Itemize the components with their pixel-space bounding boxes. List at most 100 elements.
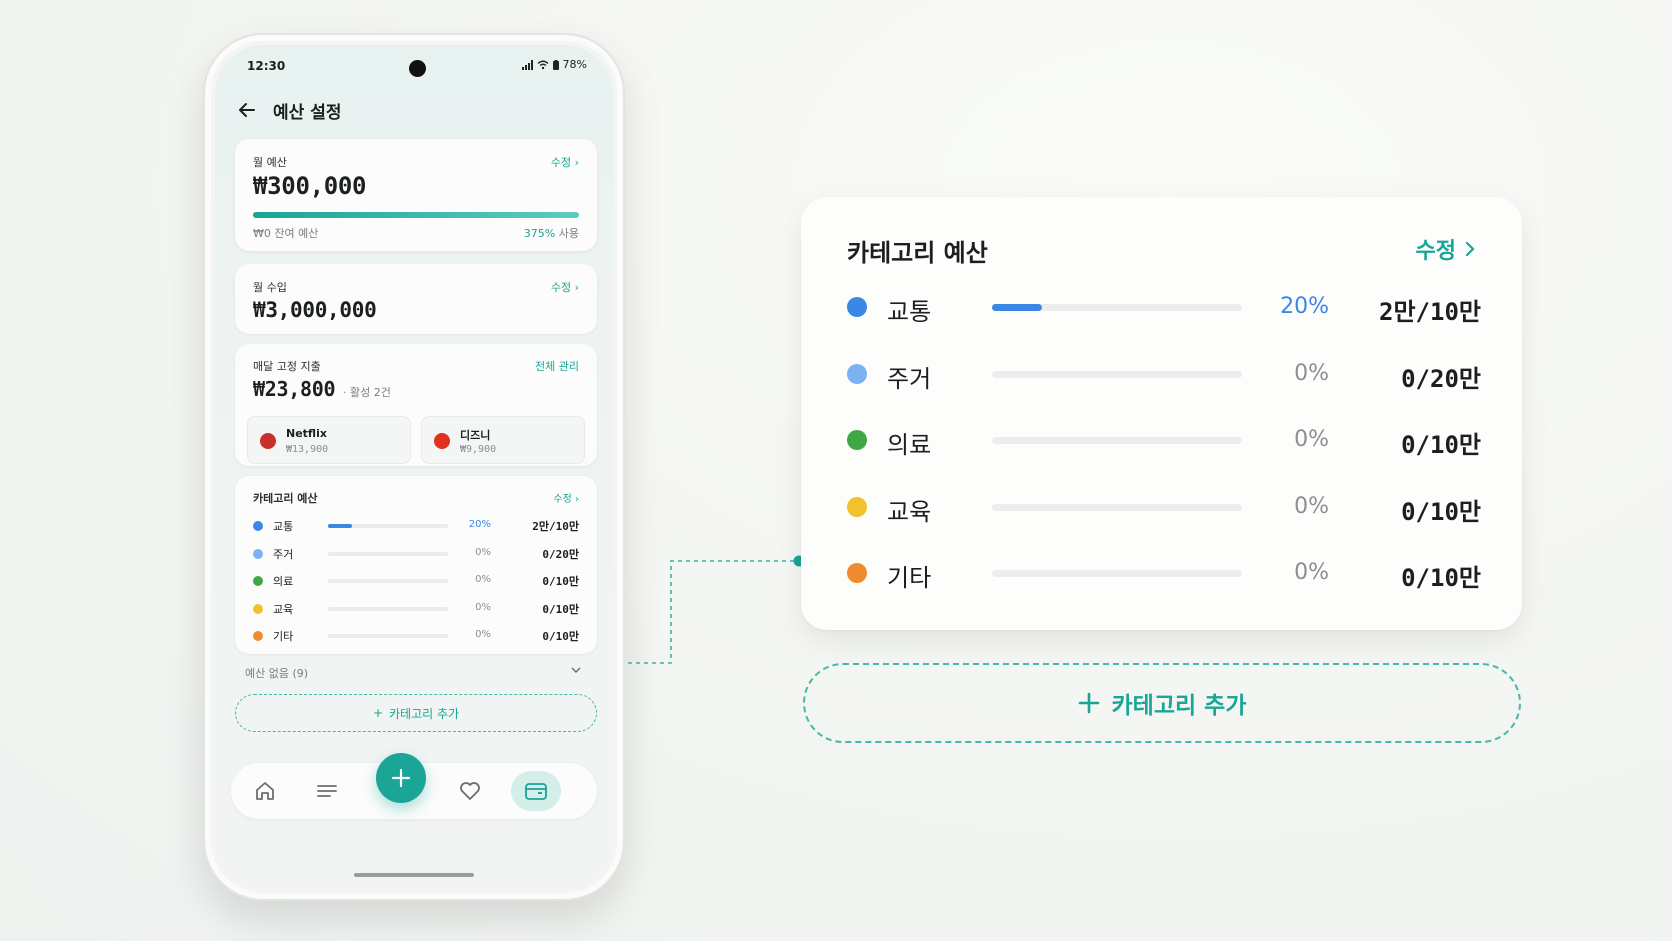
category-name: 교통 (273, 520, 294, 533)
monthly-income-edit-link[interactable]: 수정 › (551, 279, 579, 295)
monthly-budget-edit-link[interactable]: 수정 › (551, 154, 579, 170)
wifi-icon (537, 60, 549, 69)
category-budget-edit-link[interactable]: 수정 › (553, 490, 579, 505)
category-percent: 0% (1294, 560, 1329, 585)
category-edit-label: 수정 (553, 494, 572, 505)
category-color-dot (847, 496, 867, 517)
category-name: 주거 (887, 364, 932, 393)
monthly-budget-edit-label: 수정 (550, 156, 572, 169)
mini-category-row: 의료 0% 0/10만 (253, 571, 579, 591)
monthly-income-card: 월 수입 수정 › ₩3,000,000 (235, 264, 597, 334)
heart-icon[interactable] (456, 777, 484, 805)
category-progress-track (992, 370, 1242, 378)
active-count-label: 활성 2건 (350, 386, 391, 399)
category-amount: 2만/10만 (532, 520, 579, 533)
phone-frame: 12:30 78% 예산 설정 월 예산 수정 › ₩300,000 ₩0 잔여… (203, 33, 625, 901)
status-icons: 78% (521, 58, 587, 71)
back-arrow-icon[interactable] (235, 98, 259, 122)
fixed-expense-label: 매달 고정 지출 (253, 360, 321, 373)
category-percent: 0% (475, 629, 491, 640)
category-color-dot (253, 548, 263, 559)
disney-logo-icon (434, 433, 450, 449)
category-progress-track (992, 304, 1242, 311)
category-name: 기타 (887, 564, 932, 592)
category-budget-card: 카테고리 예산 수정 › 교통 20% 2만/10만 주거 0% 0/20만 의료 0% 0/1… (235, 476, 597, 654)
used-percent-text: 375% 사용 (524, 225, 579, 241)
fixed-expense-manage-link[interactable]: 전체 관리 (535, 358, 579, 374)
wallet-icon[interactable] (522, 777, 550, 805)
add-fab-button[interactable] (376, 753, 426, 803)
category-color-dot (253, 521, 263, 531)
subscription-chip-netflix[interactable]: Netflix ₩13,900 (247, 416, 411, 464)
subscription-chip-disney[interactable]: 디즈니 ₩9,900 (421, 416, 585, 464)
mini-category-row: 주거 0% 0/20만 (253, 544, 579, 564)
category-percent: 0% (1294, 427, 1329, 452)
list-icon[interactable] (313, 777, 341, 805)
category-color-dot (847, 297, 867, 317)
mini-category-row: 교육 0% 0/10만 (253, 599, 579, 619)
category-progress-fill (328, 524, 352, 528)
category-percent: 0% (475, 546, 491, 558)
monthly-budget-label: 월 예산 (253, 156, 287, 169)
mini-category-row: 기타 0% 0/10만 (253, 626, 579, 646)
fixed-expense-card: 매달 고정 지출 전체 관리 ₩23,800 · 활성 2건 Netflix ₩… (235, 344, 597, 466)
home-icon[interactable] (251, 777, 279, 805)
zoom-add-category-label: 카테고리 추가 (1111, 693, 1247, 719)
category-amount: 0/10만 (542, 602, 579, 616)
category-progress-track (328, 524, 448, 528)
zoom-category-edit-link[interactable]: 수정 (1416, 233, 1476, 265)
category-name: 주거 (273, 547, 294, 561)
plus-icon (1078, 692, 1099, 714)
home-indicator (354, 873, 474, 877)
used-suffix: 사용 (558, 227, 579, 240)
category-progress-track (992, 437, 1242, 444)
used-percent: 375% (523, 227, 556, 240)
add-category-button[interactable]: + 카테고리 추가 (235, 694, 597, 732)
fixed-expense-active-count: · 활성 2건 (343, 386, 391, 399)
budget-progress-bar (253, 212, 579, 218)
category-percent: 0% (1294, 360, 1329, 386)
fixed-expense-amount: ₩23,800 (253, 377, 336, 401)
no-budget-toggle-label[interactable]: 예산 없음 (9) (245, 665, 308, 681)
page-title: 예산 설정 (273, 102, 342, 123)
category-color-dot (847, 563, 867, 583)
category-amount: 2만/10만 (1379, 298, 1481, 326)
zoom-category-title: 카테고리 예산 (847, 239, 988, 267)
zoom-category-row: 교육 0% 0/10만 (847, 487, 1481, 527)
plus-icon (391, 768, 411, 788)
phone-screen: 12:30 78% 예산 설정 월 예산 수정 › ₩300,000 ₩0 잔여… (215, 45, 613, 889)
category-progress-track (328, 551, 448, 556)
monthly-income-label: 월 수입 (253, 281, 287, 294)
chevron-down-icon[interactable] (569, 663, 583, 677)
category-progress-track (992, 503, 1242, 511)
zoom-category-row: 주거 0% 0/20만 (847, 354, 1481, 394)
signal-icon (521, 59, 533, 70)
category-progress-track (328, 606, 448, 611)
category-amount: 0/10만 (1401, 564, 1481, 592)
category-amount: 0/20만 (1401, 364, 1481, 393)
zoom-category-row: 기타 0% 0/10만 (847, 553, 1481, 593)
monthly-budget-amount: ₩300,000 (253, 172, 367, 200)
category-amount: 0/10만 (1401, 431, 1481, 459)
category-progress-track (992, 570, 1242, 577)
subscription-price: ₩13,900 (286, 444, 329, 455)
category-color-dot (253, 576, 263, 586)
remaining-budget: ₩0 잔여 예산 (253, 227, 319, 240)
plus-icon: + (372, 706, 383, 720)
category-percent: 20% (1280, 294, 1329, 319)
category-color-dot (847, 363, 867, 384)
category-budget-zoom-card: 카테고리 예산 수정 교통 20% 2만/10만 주거 0% 0/20만 의료 0% 0/10만… (801, 197, 1522, 630)
mini-category-row: 교통 20% 2만/10만 (253, 516, 579, 536)
zoom-edit-label: 수정 (1415, 239, 1456, 264)
battery-percent: 78% (562, 58, 587, 71)
category-amount: 0/20만 (542, 547, 579, 561)
category-percent: 20% (468, 519, 491, 530)
category-progress-track (328, 579, 448, 583)
category-name: 교통 (887, 298, 932, 326)
zoom-add-category-button[interactable]: 카테고리 추가 (803, 663, 1521, 743)
category-color-dot (847, 430, 867, 450)
subscription-name: Netflix (286, 427, 327, 440)
category-amount: 0/10만 (542, 630, 579, 643)
chevron-right-icon (1465, 241, 1475, 257)
netflix-logo-icon (260, 433, 276, 449)
